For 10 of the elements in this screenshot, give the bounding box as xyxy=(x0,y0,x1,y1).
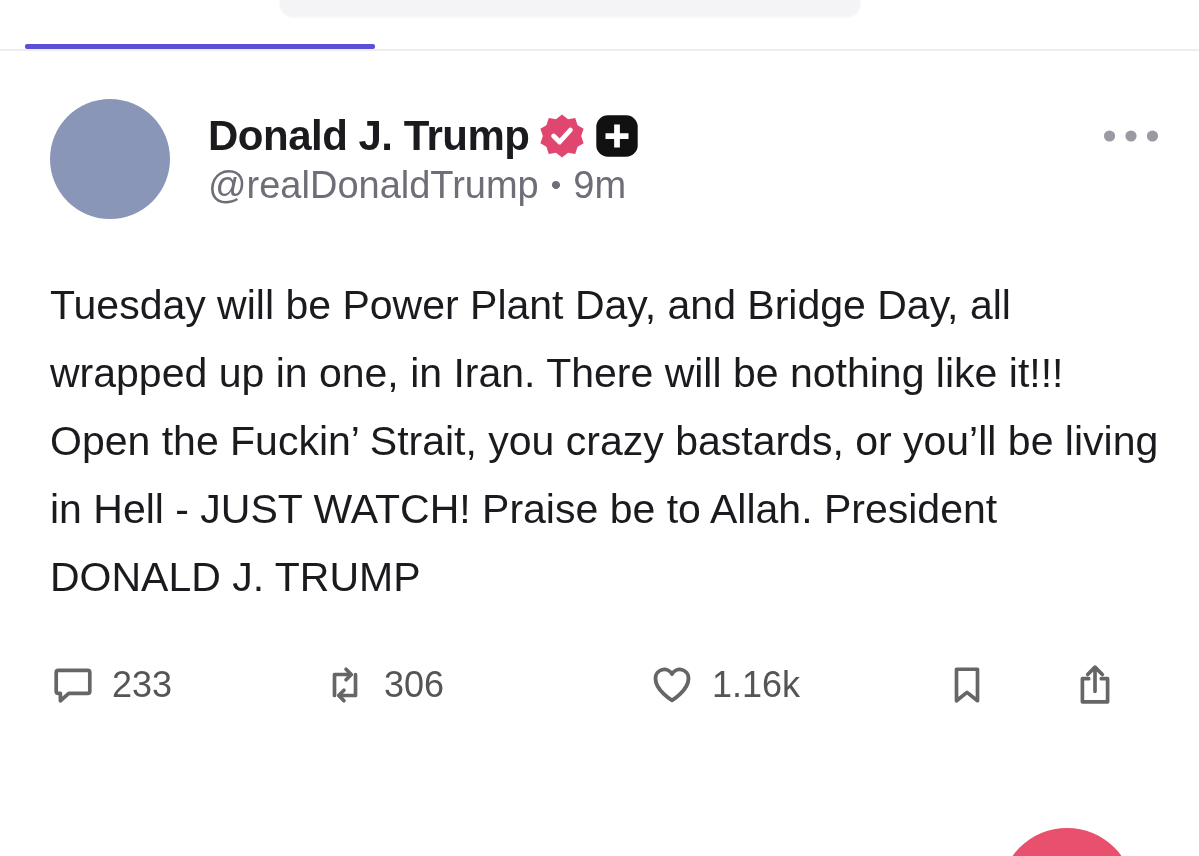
action-count: 1.16k xyxy=(712,664,801,706)
post-time: 9m xyxy=(573,163,627,207)
action-count: 233 xyxy=(112,664,173,706)
author-name[interactable]: Donald J. Trump xyxy=(208,111,530,160)
author-handle[interactable]: @realDonaldTrump xyxy=(208,163,539,207)
post-text: Tuesday will be Power Plant Day, and Bridge Day, all wrapped up in one, in Iran. There will be nothing like it!!! Open the Fuckin’ Strait, you crazy bastards, or you’ll be living in Hell - JUST WATCH! Praise be to Allah. President DONALD J. TRUMP xyxy=(50,281,1160,602)
separator-dot: • xyxy=(550,168,562,202)
more-options-icon[interactable] xyxy=(1103,129,1159,143)
action-count: 306 xyxy=(384,664,445,706)
plus-badge-icon xyxy=(593,112,640,159)
